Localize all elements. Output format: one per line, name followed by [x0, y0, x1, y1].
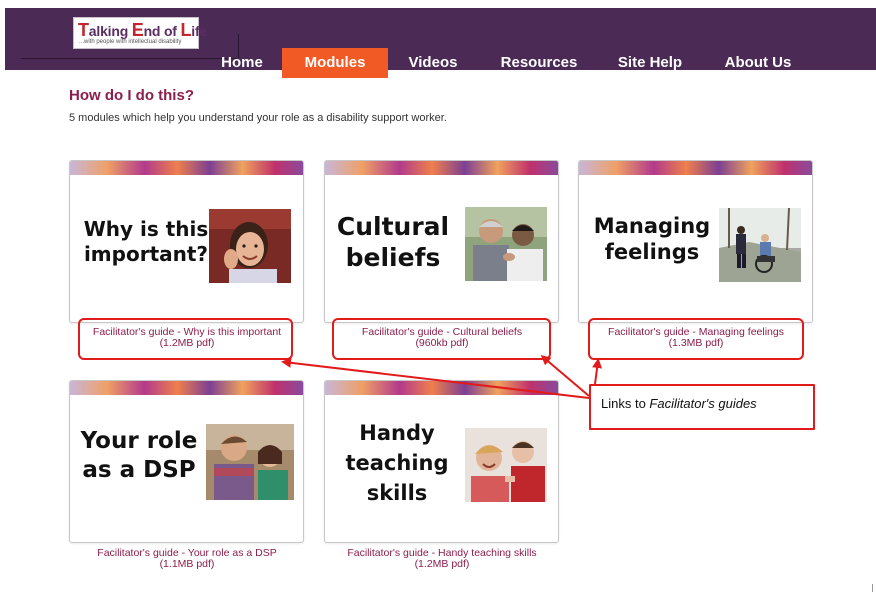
header-divider-line	[21, 58, 237, 59]
arrow-to-guide-3	[592, 358, 603, 385]
logo-tagline: ...with people with intellectual disabil…	[79, 39, 182, 45]
card-banner	[325, 381, 558, 395]
nav-site-help[interactable]: Site Help	[608, 48, 692, 78]
card-banner	[70, 381, 303, 395]
highlight-box-guide-3	[588, 318, 804, 360]
module-card-handy-teaching-skills[interactable]: Handy teaching skills	[324, 380, 559, 543]
highlight-box-guide-1	[78, 318, 293, 360]
nav-about-us[interactable]: About Us	[716, 48, 800, 78]
logo-wordmark: Talking End of Life	[78, 20, 208, 40]
module-title: Cultural beliefs	[336, 212, 450, 273]
module-card-why-important[interactable]: Why is this important?	[69, 160, 304, 323]
page-title: How do I do this?	[69, 87, 194, 104]
module-card-your-role-dsp[interactable]: Your role as a DSP	[69, 380, 304, 543]
module-title: Why is this important?	[83, 217, 209, 266]
guide-link-size: (1.1MB pdf)	[159, 558, 215, 570]
module-title: Handy teaching skills	[345, 421, 449, 505]
site-logo[interactable]: Talking End of Life ...with people with …	[73, 17, 207, 49]
annotation-callout: Links to Facilitator's guides	[589, 384, 815, 430]
module-photo-laughing-pair	[465, 428, 547, 502]
scroll-edge-mark	[872, 584, 873, 592]
highlight-box-guide-2	[332, 318, 551, 360]
module-photo-smiling-woman	[209, 209, 291, 283]
page-description: 5 modules which help you understand your…	[69, 112, 447, 124]
guide-link-size: (1.2MB pdf)	[414, 558, 470, 570]
site-header: Talking End of Life ...with people with …	[5, 8, 876, 78]
guide-link-handy-teaching-skills[interactable]: Facilitator's guide - Handy teaching ski…	[324, 548, 560, 570]
module-photo-wheelchair-walk	[719, 208, 801, 282]
module-photo-support-worker	[206, 424, 294, 500]
module-title: Your role as a DSP	[80, 428, 198, 483]
nav-videos[interactable]: Videos	[398, 48, 468, 78]
module-photo-two-men	[465, 207, 547, 281]
module-card-managing-feelings[interactable]: Managing feelings	[578, 160, 813, 323]
callout-text: Links to Facilitator's guides	[601, 396, 757, 411]
card-banner	[70, 161, 303, 175]
guide-link-your-role-dsp[interactable]: Facilitator's guide - Your role as a DSP…	[69, 548, 305, 570]
module-title: Managing feelings	[593, 214, 711, 265]
nav-home[interactable]: Home	[210, 48, 274, 78]
nav-resources[interactable]: Resources	[495, 48, 583, 78]
card-banner	[325, 161, 558, 175]
card-banner	[579, 161, 812, 175]
module-card-cultural-beliefs[interactable]: Cultural beliefs	[324, 160, 559, 323]
nav-modules[interactable]: Modules	[282, 48, 388, 78]
